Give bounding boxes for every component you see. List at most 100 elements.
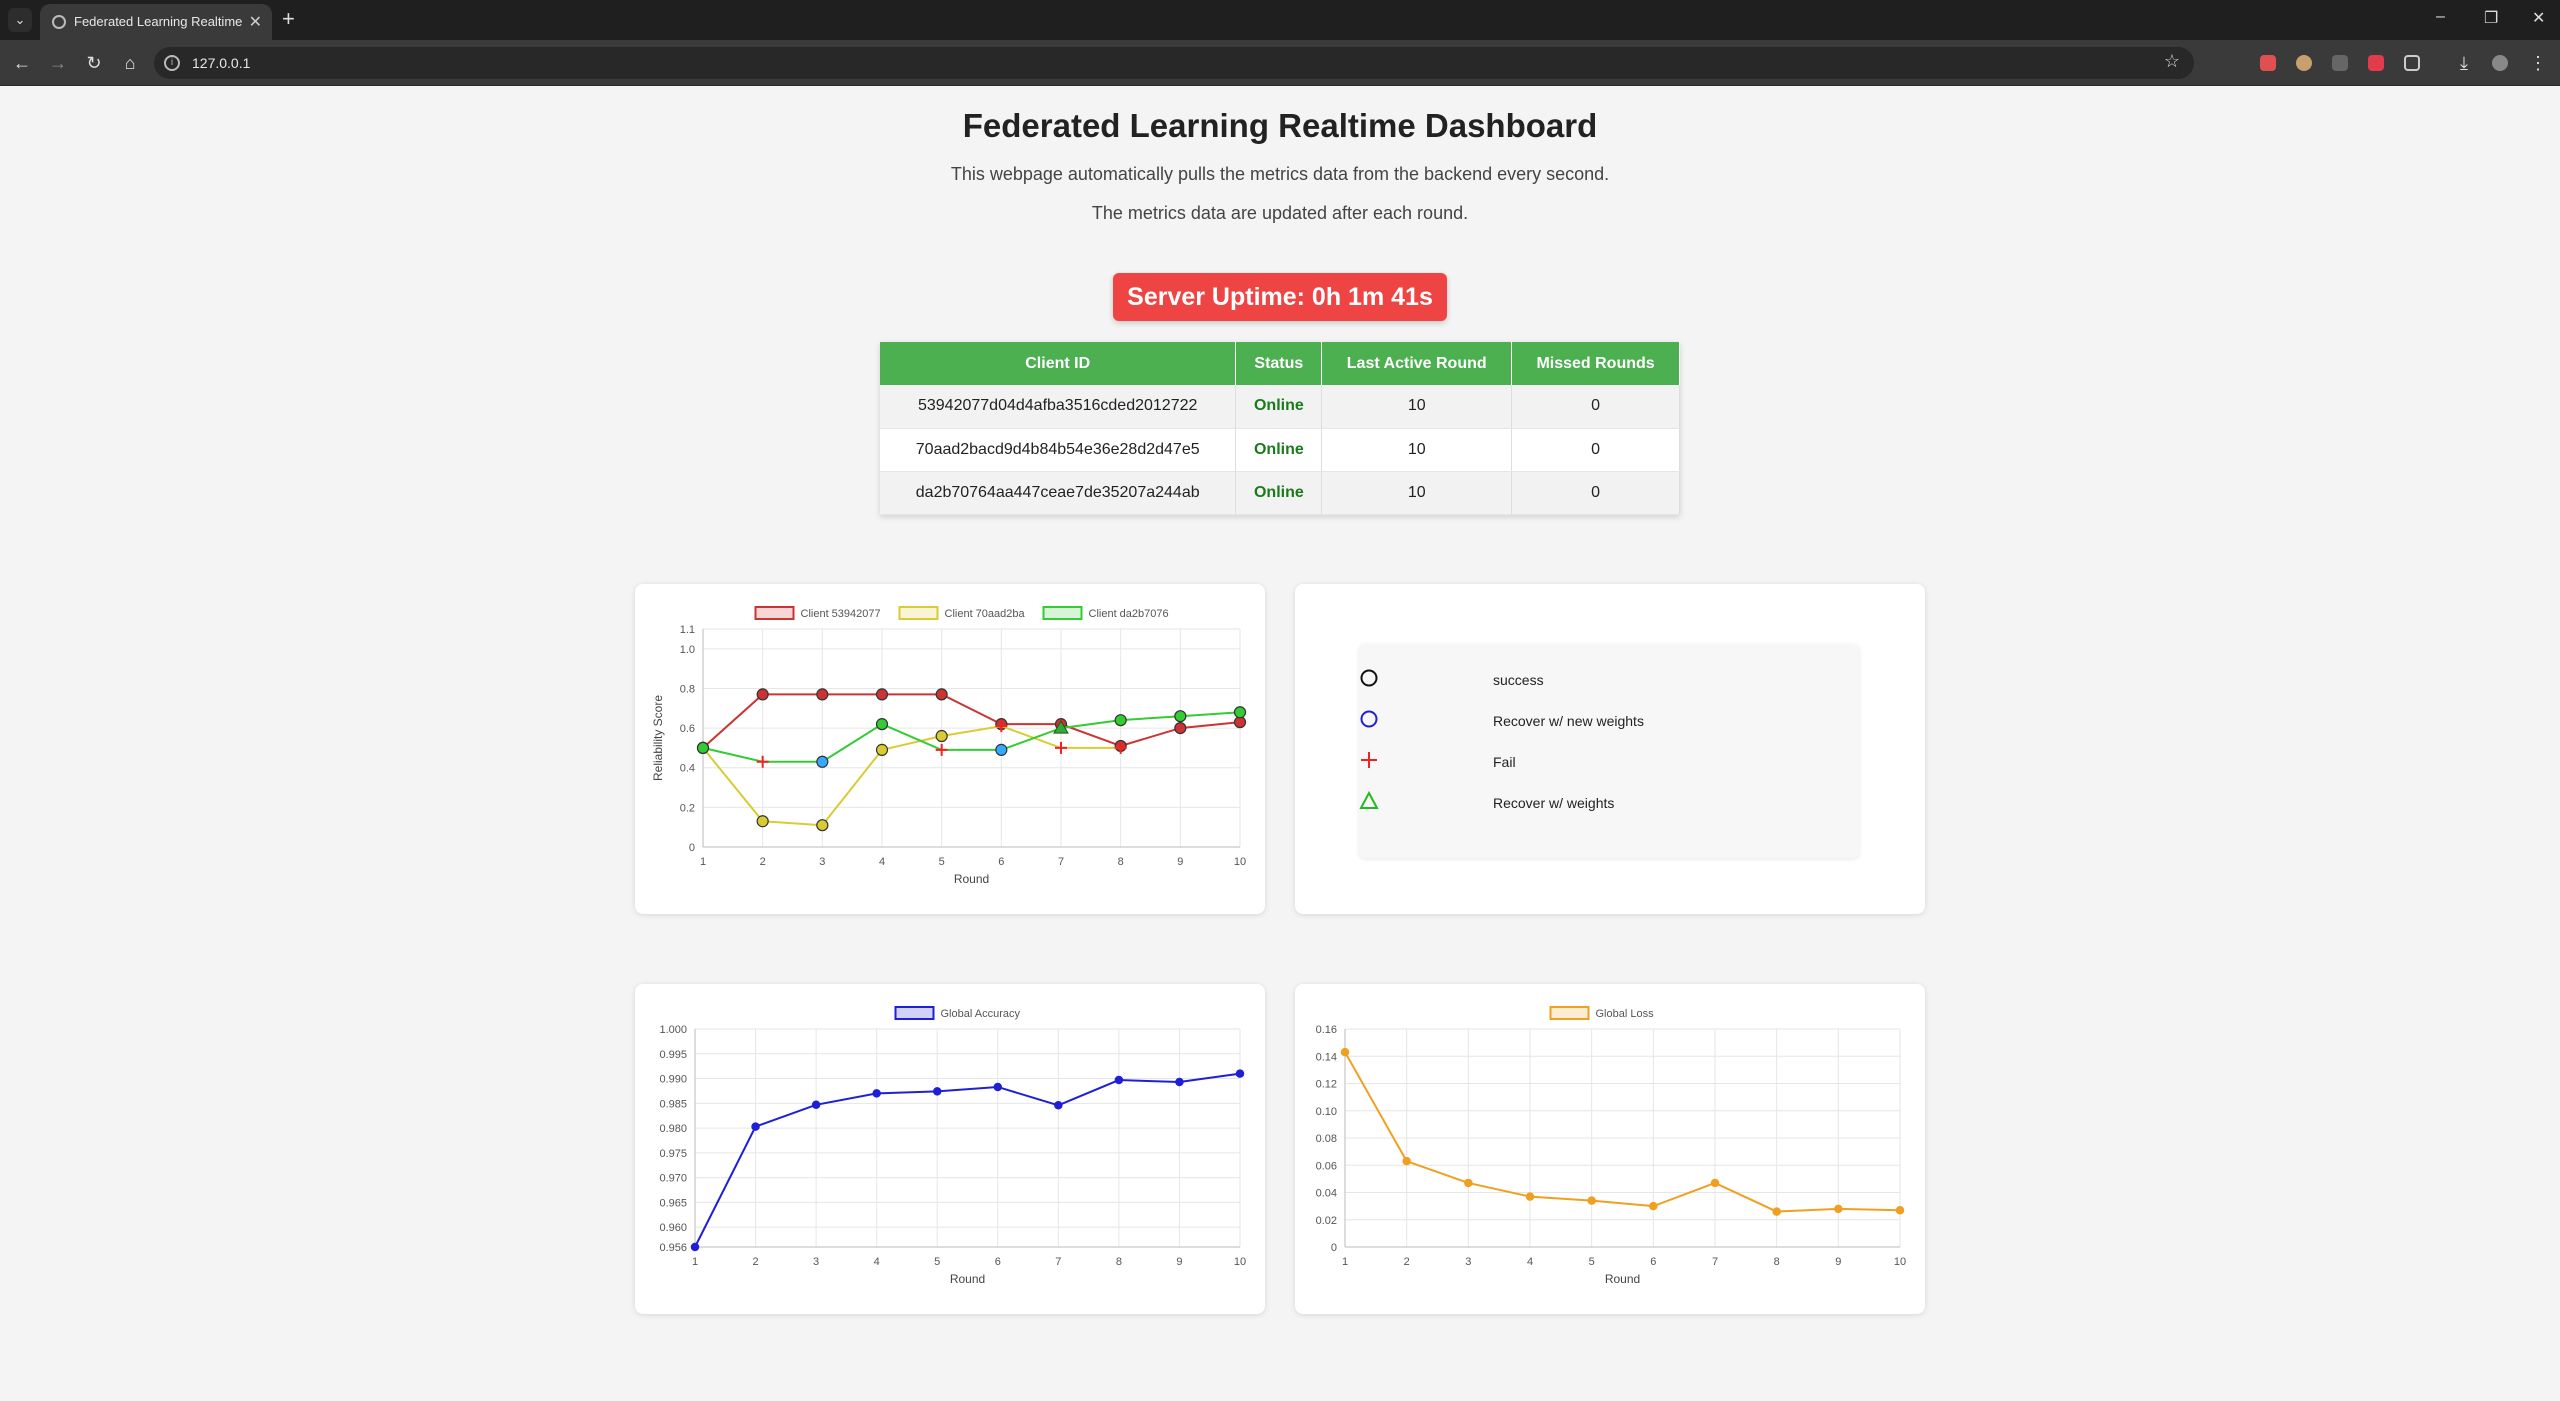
restore-icon[interactable]: ❐	[2484, 8, 2498, 28]
bookmark-star-icon[interactable]: ☆	[2164, 51, 2180, 72]
column-header-status: Status	[1235, 342, 1323, 385]
back-icon[interactable]: ←	[10, 51, 34, 75]
page-body: Federated Learning Realtime Dashboard Th…	[0, 87, 2560, 1401]
missed-rounds-cell: 0	[1511, 385, 1680, 429]
table-row: da2b70764aa447ceae7de35207a244ab Online …	[880, 471, 1680, 515]
window-close-icon[interactable]: ✕	[2532, 8, 2545, 28]
extension-icon[interactable]	[2332, 55, 2348, 71]
data-point	[751, 1122, 760, 1131]
legend-item-recover-weights: Recover w/ weights	[1359, 791, 1859, 815]
new-tab-button[interactable]: +	[282, 7, 295, 31]
data-point	[875, 688, 889, 701]
data-point	[1525, 1192, 1535, 1201]
y-tick-label: 0.980	[659, 1123, 687, 1135]
y-tick-label: 0.10	[1316, 1106, 1337, 1118]
circle-icon	[1360, 710, 1378, 728]
data-point	[932, 1087, 942, 1096]
address-bar[interactable]: i 127.0.0.1 ☆	[154, 47, 2194, 79]
global-loss-chart[interactable]: 0 0.02 0.04 0.06 0.08 0.10 0.12 0.14 0.16 1 2 3 4 5 6 7…	[1295, 984, 1925, 1314]
legend-label: Global Loss	[1596, 1008, 1655, 1020]
data-point	[690, 1242, 700, 1252]
y-axis-label: Reliability Score	[651, 695, 665, 781]
description-line-1: This webpage automatically pulls the met…	[950, 164, 1610, 184]
data-point	[935, 688, 948, 701]
browser-toolbar: ← → ↻ ⌂ i 127.0.0.1 ☆ ⤓ ⋮	[0, 40, 2560, 86]
menu-kebab-icon[interactable]: ⋮	[2526, 51, 2550, 75]
y-tick-label: 1.000	[659, 1024, 687, 1036]
url-text: 127.0.0.1	[192, 55, 251, 71]
y-tick-label: 1.0	[680, 644, 695, 656]
data-point	[1402, 1156, 1411, 1166]
download-icon[interactable]: ⤓	[2452, 51, 2476, 75]
x-tick-label: 1	[1342, 1256, 1348, 1268]
series-line	[694, 1072, 1241, 1248]
x-tick-label: 5	[1589, 1256, 1595, 1268]
legend-label: Client 53942077	[801, 608, 881, 620]
y-tick-label: 0.4	[680, 763, 695, 775]
data-point	[875, 718, 889, 731]
data-point	[872, 1089, 881, 1098]
extension-icon[interactable]	[2368, 55, 2384, 71]
table-row: 70aad2bacd9d4b84b54e36e28d2d47e5 Online …	[880, 428, 1680, 472]
last-active-round-cell: 10	[1321, 385, 1513, 429]
y-tick-label: 0.990	[659, 1074, 687, 1086]
browser-tab[interactable]: Federated Learning Realtime Dashboard ✕	[40, 4, 272, 40]
client-id-cell: 70aad2bacd9d4b84b54e36e28d2d47e5	[880, 428, 1237, 472]
y-tick-label: 0.04	[1316, 1188, 1337, 1200]
data-point	[756, 688, 769, 701]
y-tick-label: 0.2	[680, 802, 695, 814]
y-tick-label: 0	[689, 842, 695, 854]
data-point	[696, 741, 710, 755]
x-tick-label: 2	[752, 1256, 758, 1268]
legend-swatch	[898, 606, 939, 620]
data-point	[1054, 1101, 1063, 1110]
server-uptime-badge: Server Uptime: 0h 1m 41s	[1113, 273, 1447, 321]
close-tab-icon[interactable]: ✕	[249, 12, 262, 32]
x-axis-label: Round	[954, 872, 989, 886]
series-line	[702, 711, 1241, 763]
y-tick-label: 0	[1331, 1242, 1337, 1254]
series-line	[702, 693, 1241, 749]
global-accuracy-chart[interactable]: 0.956 0.960 0.965 0.970 0.975 0.980 0.985 0.990…	[635, 984, 1265, 1314]
y-tick-label: 0.960	[659, 1222, 687, 1234]
series-line	[1344, 1051, 1901, 1213]
x-tick-label: 1	[692, 1256, 698, 1268]
data-point	[811, 1100, 821, 1110]
x-tick-label: 7	[1055, 1256, 1061, 1268]
forward-icon[interactable]: →	[46, 51, 70, 75]
last-active-round-cell: 10	[1321, 471, 1513, 515]
global-loss-card: 0 0.02 0.04 0.06 0.08 0.10 0.12 0.14 0.16 1 2 3 4 5 6 7…	[1295, 984, 1925, 1314]
site-info-icon[interactable]: i	[164, 55, 180, 71]
triangle-icon	[1359, 791, 1379, 809]
status-legend: success Recover w/ new weights Fail Reco…	[1359, 644, 1859, 858]
circle-icon	[1360, 669, 1378, 687]
y-tick-label: 0.16	[1316, 1024, 1337, 1036]
extensions-puzzle-icon[interactable]	[2404, 55, 2420, 71]
tab-search-icon[interactable]: ⌄	[8, 8, 32, 32]
extension-icon[interactable]	[2296, 55, 2312, 71]
global-accuracy-card: 0.956 0.960 0.965 0.970 0.975 0.980 0.985 0.990…	[635, 984, 1265, 1314]
x-axis-label: Round	[1605, 1272, 1640, 1286]
globe-icon	[52, 15, 66, 29]
last-active-round-cell: 10	[1321, 428, 1513, 472]
data-point	[816, 688, 829, 701]
x-tick-label: 3	[819, 856, 825, 868]
reliability-score-chart[interactable]: 0 0.2 0.4 0.6 0.8 1.0 1.1 1 2 3 4 5 6 7 8 9 10 Round Relia…	[635, 584, 1265, 914]
data-point	[1055, 741, 1067, 754]
status-cell: Online	[1235, 428, 1323, 472]
home-icon[interactable]: ⌂	[118, 51, 142, 75]
reload-icon[interactable]: ↻	[82, 51, 106, 75]
column-header-missed-rounds: Missed Rounds	[1511, 342, 1680, 385]
data-point	[935, 743, 948, 756]
data-point	[1340, 1047, 1350, 1057]
x-tick-label: 7	[1712, 1256, 1718, 1268]
minimize-icon[interactable]: –	[2436, 8, 2445, 26]
legend-swatch	[754, 606, 795, 620]
y-tick-label: 0.985	[659, 1098, 687, 1110]
data-point	[1710, 1178, 1720, 1188]
data-point	[816, 819, 829, 832]
extension-icon[interactable]	[2260, 55, 2276, 71]
x-tick-label: 3	[813, 1256, 819, 1268]
legend-item-fail: Fail	[1359, 750, 1859, 774]
profile-avatar[interactable]	[2492, 55, 2508, 71]
